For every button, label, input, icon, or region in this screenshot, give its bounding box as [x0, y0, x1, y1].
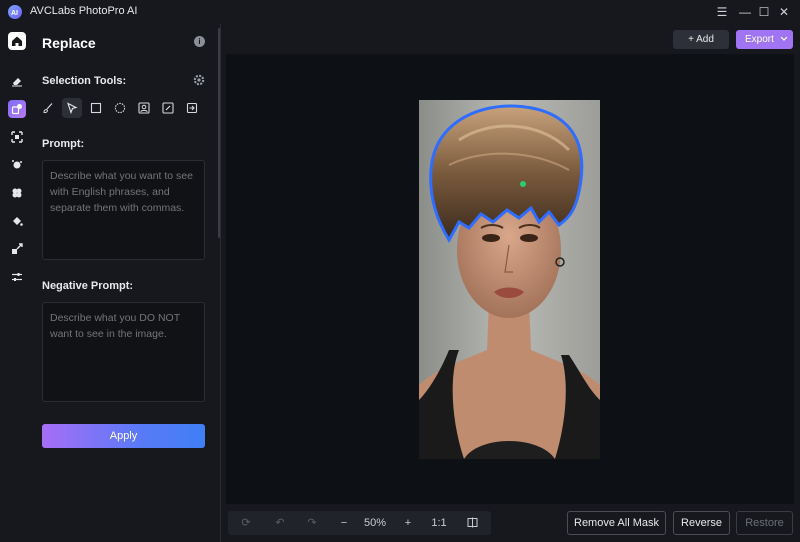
info-icon[interactable]: i [194, 36, 205, 47]
title-bar: AI AVCLabs PhotoPro AI ☰ — ☐ ✕ [0, 0, 800, 24]
rectangle-icon[interactable] [86, 98, 106, 118]
background-icon[interactable] [8, 156, 26, 174]
adjust-icon[interactable] [8, 268, 26, 286]
ellipse-icon[interactable] [110, 98, 130, 118]
minimize-icon[interactable]: — [737, 4, 753, 20]
chevron-down-icon [780, 36, 788, 41]
negative-prompt-input[interactable] [42, 302, 205, 402]
maximize-icon[interactable]: ☐ [756, 4, 772, 20]
replace-icon[interactable] [8, 100, 26, 118]
negative-prompt-label: Negative Prompt: [42, 280, 134, 292]
selection-tools [38, 98, 206, 118]
reverse-button[interactable]: Reverse [673, 511, 730, 535]
app-logo-icon: AI [8, 5, 22, 19]
refresh-icon[interactable]: ⟳ [238, 511, 254, 535]
upscale-icon[interactable] [8, 128, 26, 146]
portrait-icon[interactable] [134, 98, 154, 118]
replace-panel: Replace i Selection Tools: Prompt: Negat… [34, 24, 220, 542]
zoom-toolbar: ⟳ ↶ ↷ − 50% + 1:1 [228, 511, 491, 535]
portrait-image[interactable] [419, 100, 600, 459]
remove-all-mask-button[interactable]: Remove All Mask [567, 511, 666, 535]
zoom-level: 50% [363, 517, 387, 529]
compare-icon[interactable] [464, 511, 480, 535]
pointer-icon[interactable] [62, 98, 82, 118]
gear-icon[interactable] [193, 74, 205, 86]
zoom-out-icon[interactable]: − [336, 511, 352, 535]
eraser-icon[interactable] [8, 72, 26, 90]
add-button[interactable]: + Add [673, 30, 729, 49]
colorize-icon[interactable] [8, 184, 26, 202]
prompt-label: Prompt: [42, 138, 85, 150]
panel-divider [220, 24, 221, 542]
auto-select-icon[interactable] [158, 98, 178, 118]
app-title: AVCLabs PhotoPro AI [30, 5, 138, 17]
selection-tools-label: Selection Tools: [42, 75, 127, 87]
resize-icon[interactable] [8, 240, 26, 258]
svg-text:AI: AI [11, 10, 18, 17]
nav-rail [0, 24, 34, 542]
prompt-input[interactable] [42, 160, 205, 260]
menu-icon[interactable]: ☰ [714, 4, 730, 20]
actual-size-button[interactable]: 1:1 [428, 511, 450, 535]
export-label: Export [745, 34, 774, 45]
import-icon[interactable] [182, 98, 202, 118]
brush-icon[interactable] [38, 98, 58, 118]
zoom-in-icon[interactable]: + [400, 511, 416, 535]
close-icon[interactable]: ✕ [776, 4, 792, 20]
restore-button[interactable]: Restore [736, 511, 793, 535]
panel-title: Replace [42, 35, 96, 51]
undo-icon[interactable]: ↶ [272, 511, 288, 535]
fill-icon[interactable] [8, 212, 26, 230]
redo-icon[interactable]: ↷ [304, 511, 320, 535]
apply-button[interactable]: Apply [42, 424, 205, 448]
home-icon[interactable] [8, 32, 26, 50]
export-button[interactable]: Export [736, 30, 793, 49]
